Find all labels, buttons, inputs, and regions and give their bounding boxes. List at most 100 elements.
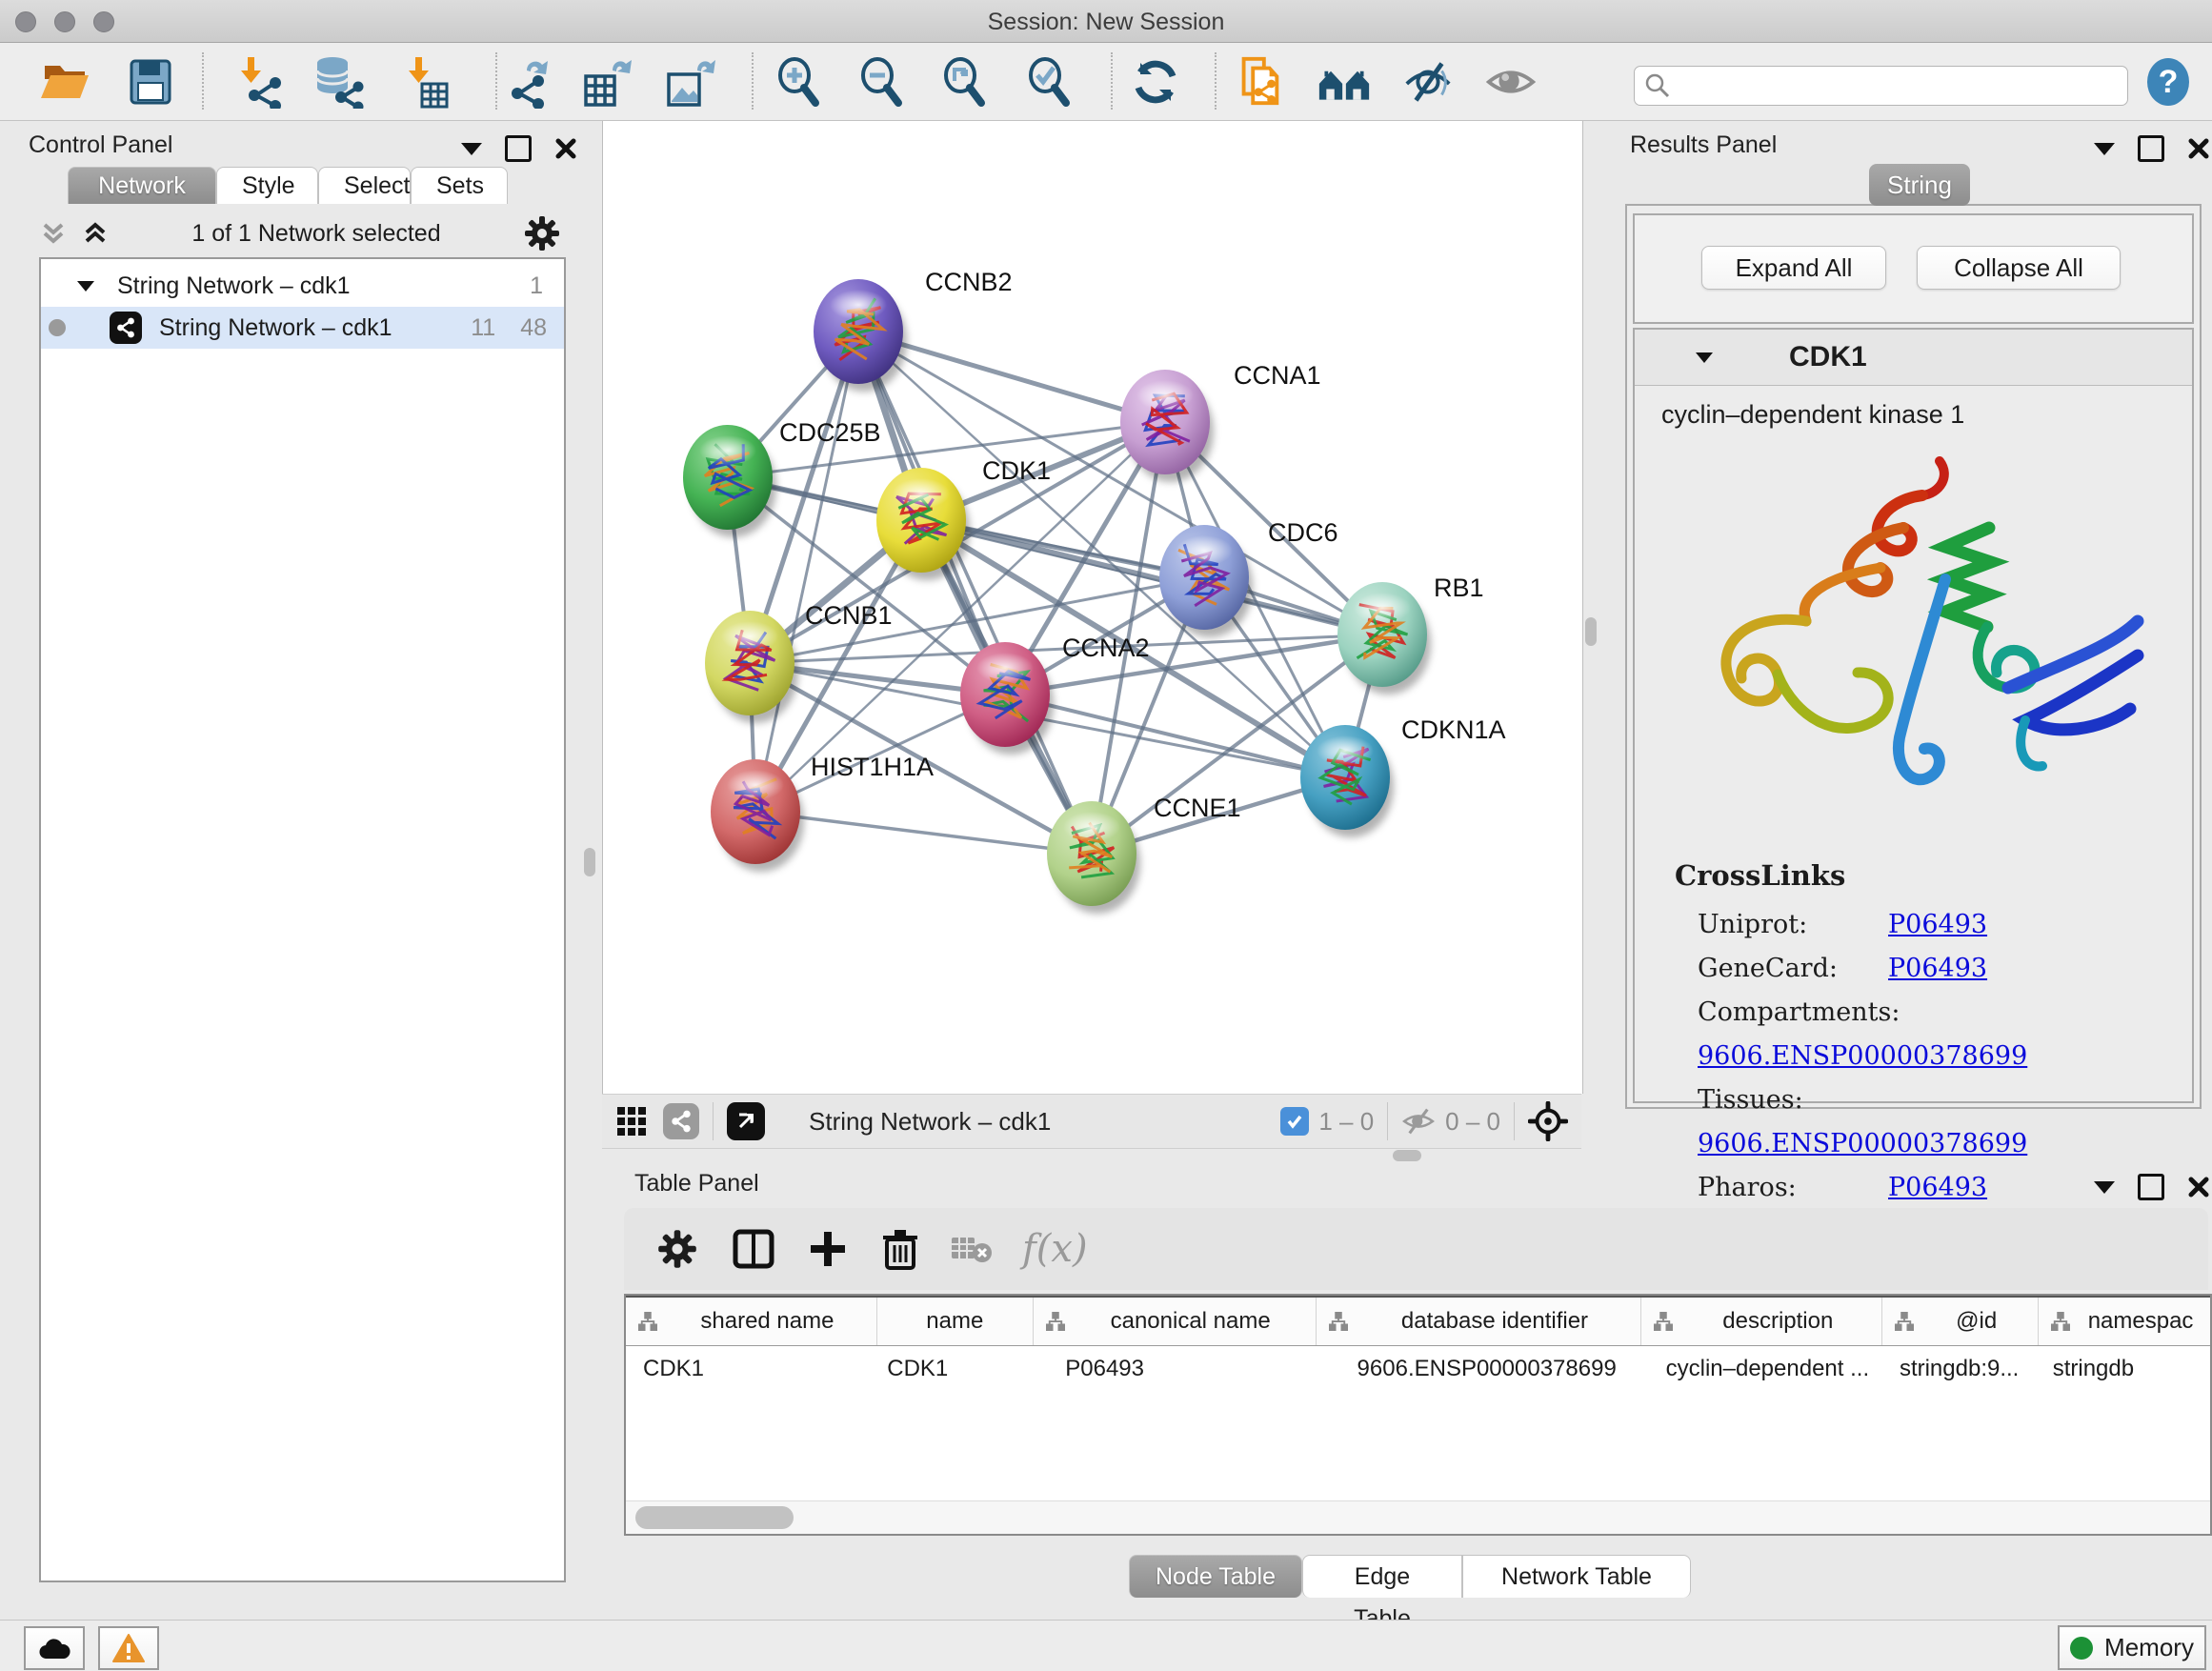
- results-panel-title: Results Panel: [1630, 131, 1777, 159]
- home-pair-icon[interactable]: [1317, 55, 1371, 109]
- column-type-icon: [1045, 1312, 1066, 1331]
- results-tab-string[interactable]: String: [1869, 164, 1970, 206]
- column-header-namespace[interactable]: namespac: [2039, 1298, 2210, 1345]
- zoom-selected-icon[interactable]: [1024, 55, 1077, 109]
- refresh-icon[interactable]: [1129, 55, 1182, 109]
- network-node-CCNA1[interactable]: CCNA1: [1120, 361, 1321, 482]
- network-node-CDKN1A[interactable]: CDKN1A: [1300, 715, 1506, 837]
- float-panel-icon[interactable]: [2138, 1174, 2164, 1200]
- column-header-database-identifier[interactable]: database identifier: [1317, 1298, 1642, 1345]
- show-columns-icon[interactable]: [731, 1226, 776, 1272]
- table-row[interactable]: CDK1 CDK1 P06493 9606.ENSP00000378699 cy…: [626, 1346, 2210, 1392]
- node-table: shared name name canonical name database…: [624, 1294, 2212, 1536]
- column-header-description[interactable]: description: [1641, 1298, 1882, 1345]
- close-panel-icon[interactable]: [2187, 137, 2210, 160]
- close-panel-icon[interactable]: [2187, 1176, 2210, 1198]
- show-eye-icon[interactable]: [1484, 55, 1538, 109]
- help-icon[interactable]: ?: [2142, 55, 2195, 109]
- network-edge[interactable]: [755, 332, 858, 812]
- crosslink-link[interactable]: P06493: [1888, 954, 1987, 983]
- tab-select[interactable]: Select: [318, 167, 411, 204]
- memory-button[interactable]: Memory: [2058, 1625, 2206, 1670]
- network-edge[interactable]: [755, 812, 1092, 854]
- selected-checkbox-icon[interactable]: [1280, 1107, 1309, 1136]
- network-node-CCNB2[interactable]: CCNB2: [814, 268, 1013, 392]
- crosslink-link[interactable]: 9606.ENSP00000378699: [1698, 1129, 2027, 1158]
- right-splitter-handle[interactable]: [1585, 617, 1597, 646]
- view-grid-icon[interactable]: [615, 1105, 648, 1137]
- import-network-icon[interactable]: [231, 55, 285, 109]
- tab-network[interactable]: Network: [68, 167, 216, 204]
- search-input[interactable]: [1671, 72, 2084, 99]
- panel-menu-icon[interactable]: [2094, 143, 2115, 155]
- column-header-name[interactable]: name: [877, 1298, 1034, 1345]
- network-node-CCNE1[interactable]: CCNE1: [1047, 794, 1241, 914]
- tab-style[interactable]: Style: [216, 167, 318, 204]
- warning-button[interactable]: [98, 1626, 159, 1670]
- search-box[interactable]: [1634, 66, 2128, 106]
- duplicate-documents-icon[interactable]: [1233, 55, 1286, 109]
- network-node-CCNA2[interactable]: CCNA2: [960, 634, 1150, 755]
- delete-column-icon[interactable]: [879, 1228, 921, 1270]
- bottom-splitter-handle[interactable]: [1393, 1150, 1421, 1161]
- network-node-HIST1H1A[interactable]: HIST1H1A: [711, 753, 934, 872]
- detach-view-icon[interactable]: [727, 1102, 765, 1140]
- tab-edge-table[interactable]: Edge Table: [1302, 1555, 1462, 1598]
- import-network-database-icon[interactable]: [312, 55, 365, 109]
- column-header-shared-name[interactable]: shared name: [626, 1298, 877, 1345]
- tab-network-table[interactable]: Network Table: [1462, 1555, 1691, 1598]
- close-panel-icon[interactable]: [554, 137, 577, 160]
- expand-all-chevron-icon[interactable]: [81, 219, 110, 248]
- gene-entry-header[interactable]: CDK1: [1635, 330, 2192, 386]
- table-panel-controls: [2094, 1174, 2210, 1200]
- entry-expander-icon[interactable]: [1696, 352, 1713, 363]
- view-network-icon[interactable]: [663, 1103, 699, 1139]
- zoom-in-icon[interactable]: [774, 55, 827, 109]
- network-collection-row[interactable]: String Network – cdk1 1: [41, 265, 564, 307]
- network-selection-summary: 1 of 1 Network selected: [110, 220, 523, 248]
- table-gear-icon[interactable]: [656, 1228, 698, 1270]
- bar-separator: [1514, 1102, 1515, 1140]
- hide-eye-icon[interactable]: [1401, 55, 1455, 109]
- birdseye-crosshair-icon[interactable]: [1528, 1101, 1568, 1141]
- network-canvas[interactable]: CCNB2CCNA1CDC25BCDK1CDC6RB1CCNB1CCNA2CDK…: [602, 121, 1583, 1094]
- collapse-all-chevron-icon[interactable]: [39, 219, 68, 248]
- scrollbar-thumb[interactable]: [635, 1506, 794, 1529]
- expand-all-button[interactable]: Expand All: [1701, 246, 1886, 290]
- gear-icon[interactable]: [523, 214, 561, 252]
- network-node-RB1[interactable]: RB1: [1337, 574, 1484, 695]
- network-row[interactable]: String Network – cdk1 11 48: [41, 307, 564, 349]
- export-network-icon[interactable]: [498, 55, 552, 109]
- export-table-icon[interactable]: [580, 55, 633, 109]
- float-panel-icon[interactable]: [2138, 135, 2164, 162]
- crosslink-link[interactable]: P06493: [1888, 910, 1987, 939]
- panel-menu-icon[interactable]: [2094, 1181, 2115, 1194]
- crosslink-row: GeneCard:P06493: [1698, 947, 2192, 991]
- column-header-id[interactable]: @id: [1882, 1298, 2039, 1345]
- save-session-icon[interactable]: [124, 55, 177, 109]
- horizontal-scrollbar[interactable]: [626, 1500, 2210, 1534]
- cloud-button[interactable]: [24, 1626, 85, 1670]
- open-session-icon[interactable]: [38, 55, 91, 109]
- column-header-canonical-name[interactable]: canonical name: [1034, 1298, 1317, 1345]
- tab-node-table[interactable]: Node Table: [1129, 1555, 1302, 1598]
- node-label: CCNA1: [1234, 361, 1321, 390]
- protein-structure-image: [1654, 434, 2173, 844]
- function-builder-icon: f(x): [1022, 1227, 1088, 1271]
- collapse-all-button[interactable]: Collapse All: [1917, 246, 2121, 290]
- tree-expander-icon[interactable]: [77, 281, 94, 292]
- zoom-fit-icon[interactable]: [939, 55, 993, 109]
- zoom-out-icon[interactable]: [856, 55, 910, 109]
- float-panel-icon[interactable]: [505, 135, 532, 162]
- export-image-icon[interactable]: [663, 55, 716, 109]
- tab-sets[interactable]: Sets: [411, 167, 508, 204]
- left-splitter-handle[interactable]: [584, 848, 595, 876]
- network-node-CDK1[interactable]: CDK1: [876, 456, 1051, 580]
- panel-menu-icon[interactable]: [461, 143, 482, 155]
- add-column-icon[interactable]: [807, 1228, 849, 1270]
- bar-separator: [1387, 1102, 1388, 1140]
- import-table-icon[interactable]: [399, 55, 452, 109]
- crosslink-link[interactable]: P06493: [1888, 1173, 1987, 1202]
- crosslink-link[interactable]: 9606.ENSP00000378699: [1698, 1041, 2027, 1071]
- delete-table-icon[interactable]: [950, 1232, 994, 1266]
